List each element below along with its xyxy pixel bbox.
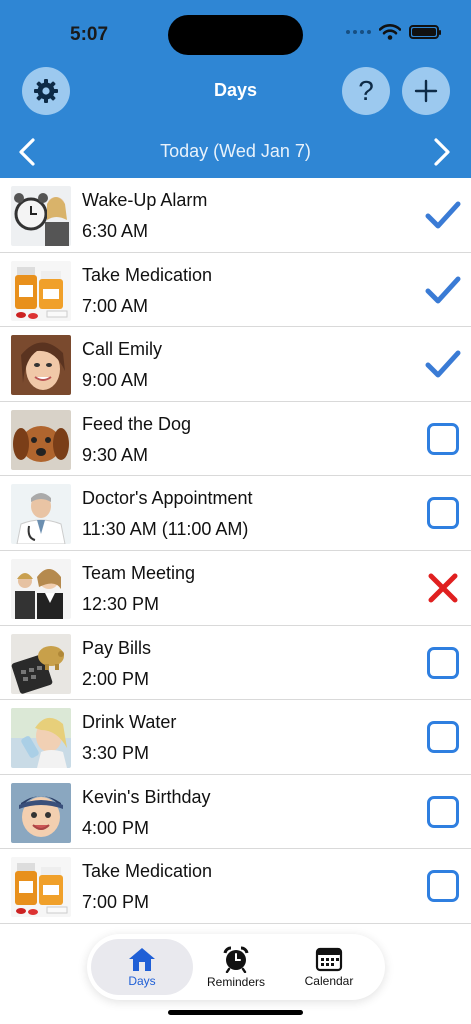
empty-checkbox-icon	[427, 422, 459, 455]
reminder-list: Wake-Up Alarm 6:30 AM Take Medication 7:00 …	[0, 178, 471, 924]
reminder-row[interactable]: Wake-Up Alarm 6:30 AM	[0, 178, 471, 253]
reminder-title: Drink Water	[82, 712, 177, 733]
reminder-status-pending[interactable]	[425, 645, 461, 681]
next-day-button[interactable]	[425, 135, 459, 169]
pill-bottles-image	[11, 260, 71, 321]
business-people-image	[11, 558, 71, 619]
tab-reminders-label: Reminders	[206, 975, 266, 989]
checkmark-icon	[425, 276, 461, 304]
reminder-title: Doctor's Appointment	[82, 488, 253, 509]
reminder-time: 7:00 AM	[82, 295, 149, 316]
reminder-status-done[interactable]	[425, 272, 461, 308]
reminder-row[interactable]: Pay Bills 2:00 PM	[0, 626, 471, 701]
empty-checkbox-icon	[427, 721, 459, 754]
reminder-status-pending[interactable]	[425, 868, 461, 904]
reminder-time: 9:30 AM	[82, 444, 149, 465]
help-button[interactable]: ?	[342, 67, 390, 115]
reminder-status-pending[interactable]	[425, 719, 461, 755]
page-title: Days	[213, 80, 258, 100]
checkmark-icon	[425, 201, 461, 229]
reminder-title: Take Medication	[82, 861, 213, 882]
calendar-icon	[315, 947, 343, 972]
date-label: Today (Wed Jan 7)	[160, 141, 311, 161]
reminder-status-missed[interactable]	[425, 570, 461, 606]
tab-bar: Days Reminders Calendar	[87, 934, 385, 1000]
tab-calendar[interactable]: Calendar	[283, 939, 375, 995]
reminder-time: 3:30 PM	[82, 743, 150, 764]
reminder-time: 2:00 PM	[82, 668, 150, 689]
reminder-title: Kevin's Birthday	[82, 786, 211, 807]
battery-icon	[409, 25, 441, 39]
reminder-status-done[interactable]	[425, 346, 461, 382]
empty-checkbox-icon	[427, 497, 459, 530]
date-navigator: Today (Wed Jan 7)	[0, 133, 471, 171]
reminder-title: Pay Bills	[82, 637, 152, 658]
reminder-time: 9:00 AM	[82, 370, 149, 391]
add-reminder-button[interactable]	[402, 67, 450, 115]
piggy-bank-calculator-image	[11, 633, 71, 694]
plus-icon	[414, 79, 438, 103]
empty-checkbox-icon	[427, 646, 459, 679]
pill-bottles-image	[11, 857, 71, 918]
cellular-signal-icon	[346, 30, 371, 34]
reminder-row[interactable]: Kevin's Birthday 4:00 PM	[0, 775, 471, 850]
header: 5:07 Days ? Today (Wed Jan 7)	[0, 0, 471, 178]
tab-days-label: Days	[128, 974, 156, 988]
tab-reminders[interactable]: Reminders	[190, 939, 282, 995]
tab-calendar-label: Calendar	[304, 974, 354, 988]
reminder-title: Take Medication	[82, 264, 213, 285]
question-icon: ?	[358, 75, 374, 106]
reminder-row[interactable]: Doctor's Appointment 11:30 AM (11:00 AM)	[0, 476, 471, 551]
dynamic-island	[168, 15, 303, 55]
reminder-title: Call Emily	[82, 339, 163, 360]
empty-checkbox-icon	[427, 870, 459, 903]
empty-checkbox-icon	[427, 795, 459, 828]
reminder-row[interactable]: Call Emily 9:00 AM	[0, 327, 471, 402]
reminder-title: Wake-Up Alarm	[82, 190, 208, 210]
reminder-status-pending[interactable]	[425, 794, 461, 830]
reminder-row[interactable]: Team Meeting 12:30 PM	[0, 551, 471, 626]
status-time: 5:07	[70, 24, 109, 45]
smiling-woman-image	[11, 335, 71, 396]
reminder-row[interactable]: Take Medication 7:00 PM	[0, 849, 471, 924]
reminder-time: 12:30 PM	[82, 593, 160, 614]
house-icon	[129, 948, 155, 971]
reminder-time: 6:30 AM	[82, 221, 149, 241]
reminder-status-done[interactable]	[425, 197, 461, 233]
chevron-right-icon	[434, 138, 450, 166]
alarm-clock-icon	[223, 946, 249, 973]
doctor-image	[11, 484, 71, 545]
home-indicator	[168, 1010, 303, 1015]
reminder-row[interactable]: Take Medication 7:00 AM	[0, 253, 471, 328]
reminder-status-pending[interactable]	[425, 421, 461, 457]
status-icons	[346, 24, 441, 40]
alarm-clock-woman-image	[11, 186, 71, 246]
wifi-icon	[379, 24, 401, 40]
reminder-time: 7:00 PM	[82, 892, 150, 913]
reminder-title: Feed the Dog	[82, 413, 192, 434]
reminder-status-pending[interactable]	[425, 495, 461, 531]
reminder-row[interactable]: Drink Water 3:30 PM	[0, 700, 471, 775]
reminder-title: Team Meeting	[82, 562, 196, 583]
reminder-row[interactable]: Feed the Dog 9:30 AM	[0, 402, 471, 477]
reminder-time: 11:30 AM (11:00 AM)	[82, 519, 249, 540]
x-mark-icon	[428, 573, 458, 603]
reminder-time: 4:00 PM	[82, 817, 150, 838]
dog-image	[11, 409, 71, 470]
tab-days[interactable]: Days	[91, 939, 193, 995]
checkmark-icon	[425, 350, 461, 378]
baby-boy-image	[11, 782, 71, 843]
woman-drinking-water-image	[11, 708, 71, 769]
